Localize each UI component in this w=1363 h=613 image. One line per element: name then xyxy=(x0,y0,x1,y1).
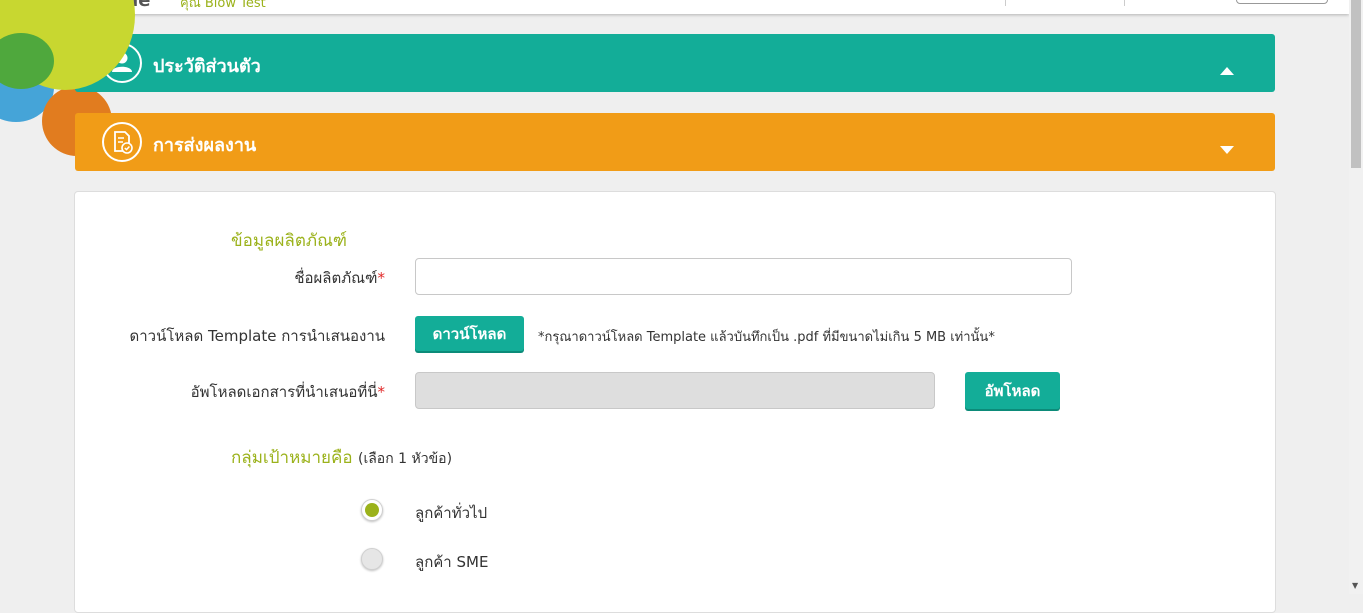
accordion-submission-title: การส่งผลงาน xyxy=(153,135,257,156)
document-check-icon xyxy=(102,122,142,162)
chevron-down-icon[interactable] xyxy=(1220,139,1234,158)
target-group-hint: (เลือก 1 หัวข้อ) xyxy=(357,451,453,467)
upload-file-path-field xyxy=(415,372,935,409)
page-scrollbar[interactable]: ▼ xyxy=(1349,0,1363,594)
template-download-label: ดาวน์โหลด Template การนำเสนองาน xyxy=(129,327,385,345)
option-general-customer-label[interactable]: ลูกค้าทั่วไป xyxy=(415,501,487,525)
scrollbar-thumb[interactable] xyxy=(1351,0,1361,168)
radio-dot xyxy=(365,552,379,566)
download-template-button[interactable]: ดาวน์โหลด xyxy=(415,316,524,351)
product-name-label-text: ชื่อผลิตภัณฑ์ xyxy=(294,269,378,287)
chevron-up-icon[interactable] xyxy=(1220,60,1234,79)
product-name-label: ชื่อผลิตภัณฑ์* xyxy=(175,266,385,290)
upload-button[interactable]: อัพโหลด xyxy=(965,372,1060,409)
upload-document-label: อัพโหลดเอกสารที่นำเสนอที่นี่* xyxy=(135,380,385,404)
header-divider xyxy=(1124,0,1125,6)
template-note: *กรุณาดาวน์โหลด Template แล้วบันทึกเป็น … xyxy=(538,330,995,345)
user-name[interactable]: คุณ Blow Test xyxy=(180,0,266,13)
upload-document-label-text: อัพโหลดเอกสารที่นำเสนอที่นี่ xyxy=(190,383,378,401)
radio-general-customer[interactable] xyxy=(361,499,383,521)
logout-button[interactable] xyxy=(1236,0,1328,4)
accordion-profile-title: ประวัติส่วนตัว xyxy=(153,56,261,77)
accordion-submission-header[interactable]: การส่งผลงาน xyxy=(75,113,1275,171)
radio-sme-customer[interactable] xyxy=(361,548,383,570)
option-sme-customer-label[interactable]: ลูกค้า SME xyxy=(415,550,488,574)
radio-dot xyxy=(365,503,379,517)
header-divider xyxy=(1005,0,1006,6)
target-group-title: กลุ่มเป้าหมายคือ (เลือก 1 หัวข้อ) xyxy=(231,444,452,471)
scroll-down-arrow-icon[interactable]: ▼ xyxy=(1352,582,1358,590)
required-mark: * xyxy=(377,383,386,401)
product-name-input[interactable] xyxy=(415,258,1072,295)
target-group-title-text: กลุ่มเป้าหมายคือ xyxy=(231,448,353,468)
required-mark: * xyxy=(377,269,386,287)
submission-form-panel: ข้อมูลผลิตภัณฑ์ ชื่อผลิตภัณฑ์* ดาวน์โหลด… xyxy=(74,191,1276,613)
top-header-bar: Mile คุณ Blow Test xyxy=(0,0,1349,14)
accordion-profile-header[interactable]: ประวัติส่วนตัว xyxy=(75,34,1275,92)
product-section-title: ข้อมูลผลิตภัณฑ์ xyxy=(231,231,347,251)
